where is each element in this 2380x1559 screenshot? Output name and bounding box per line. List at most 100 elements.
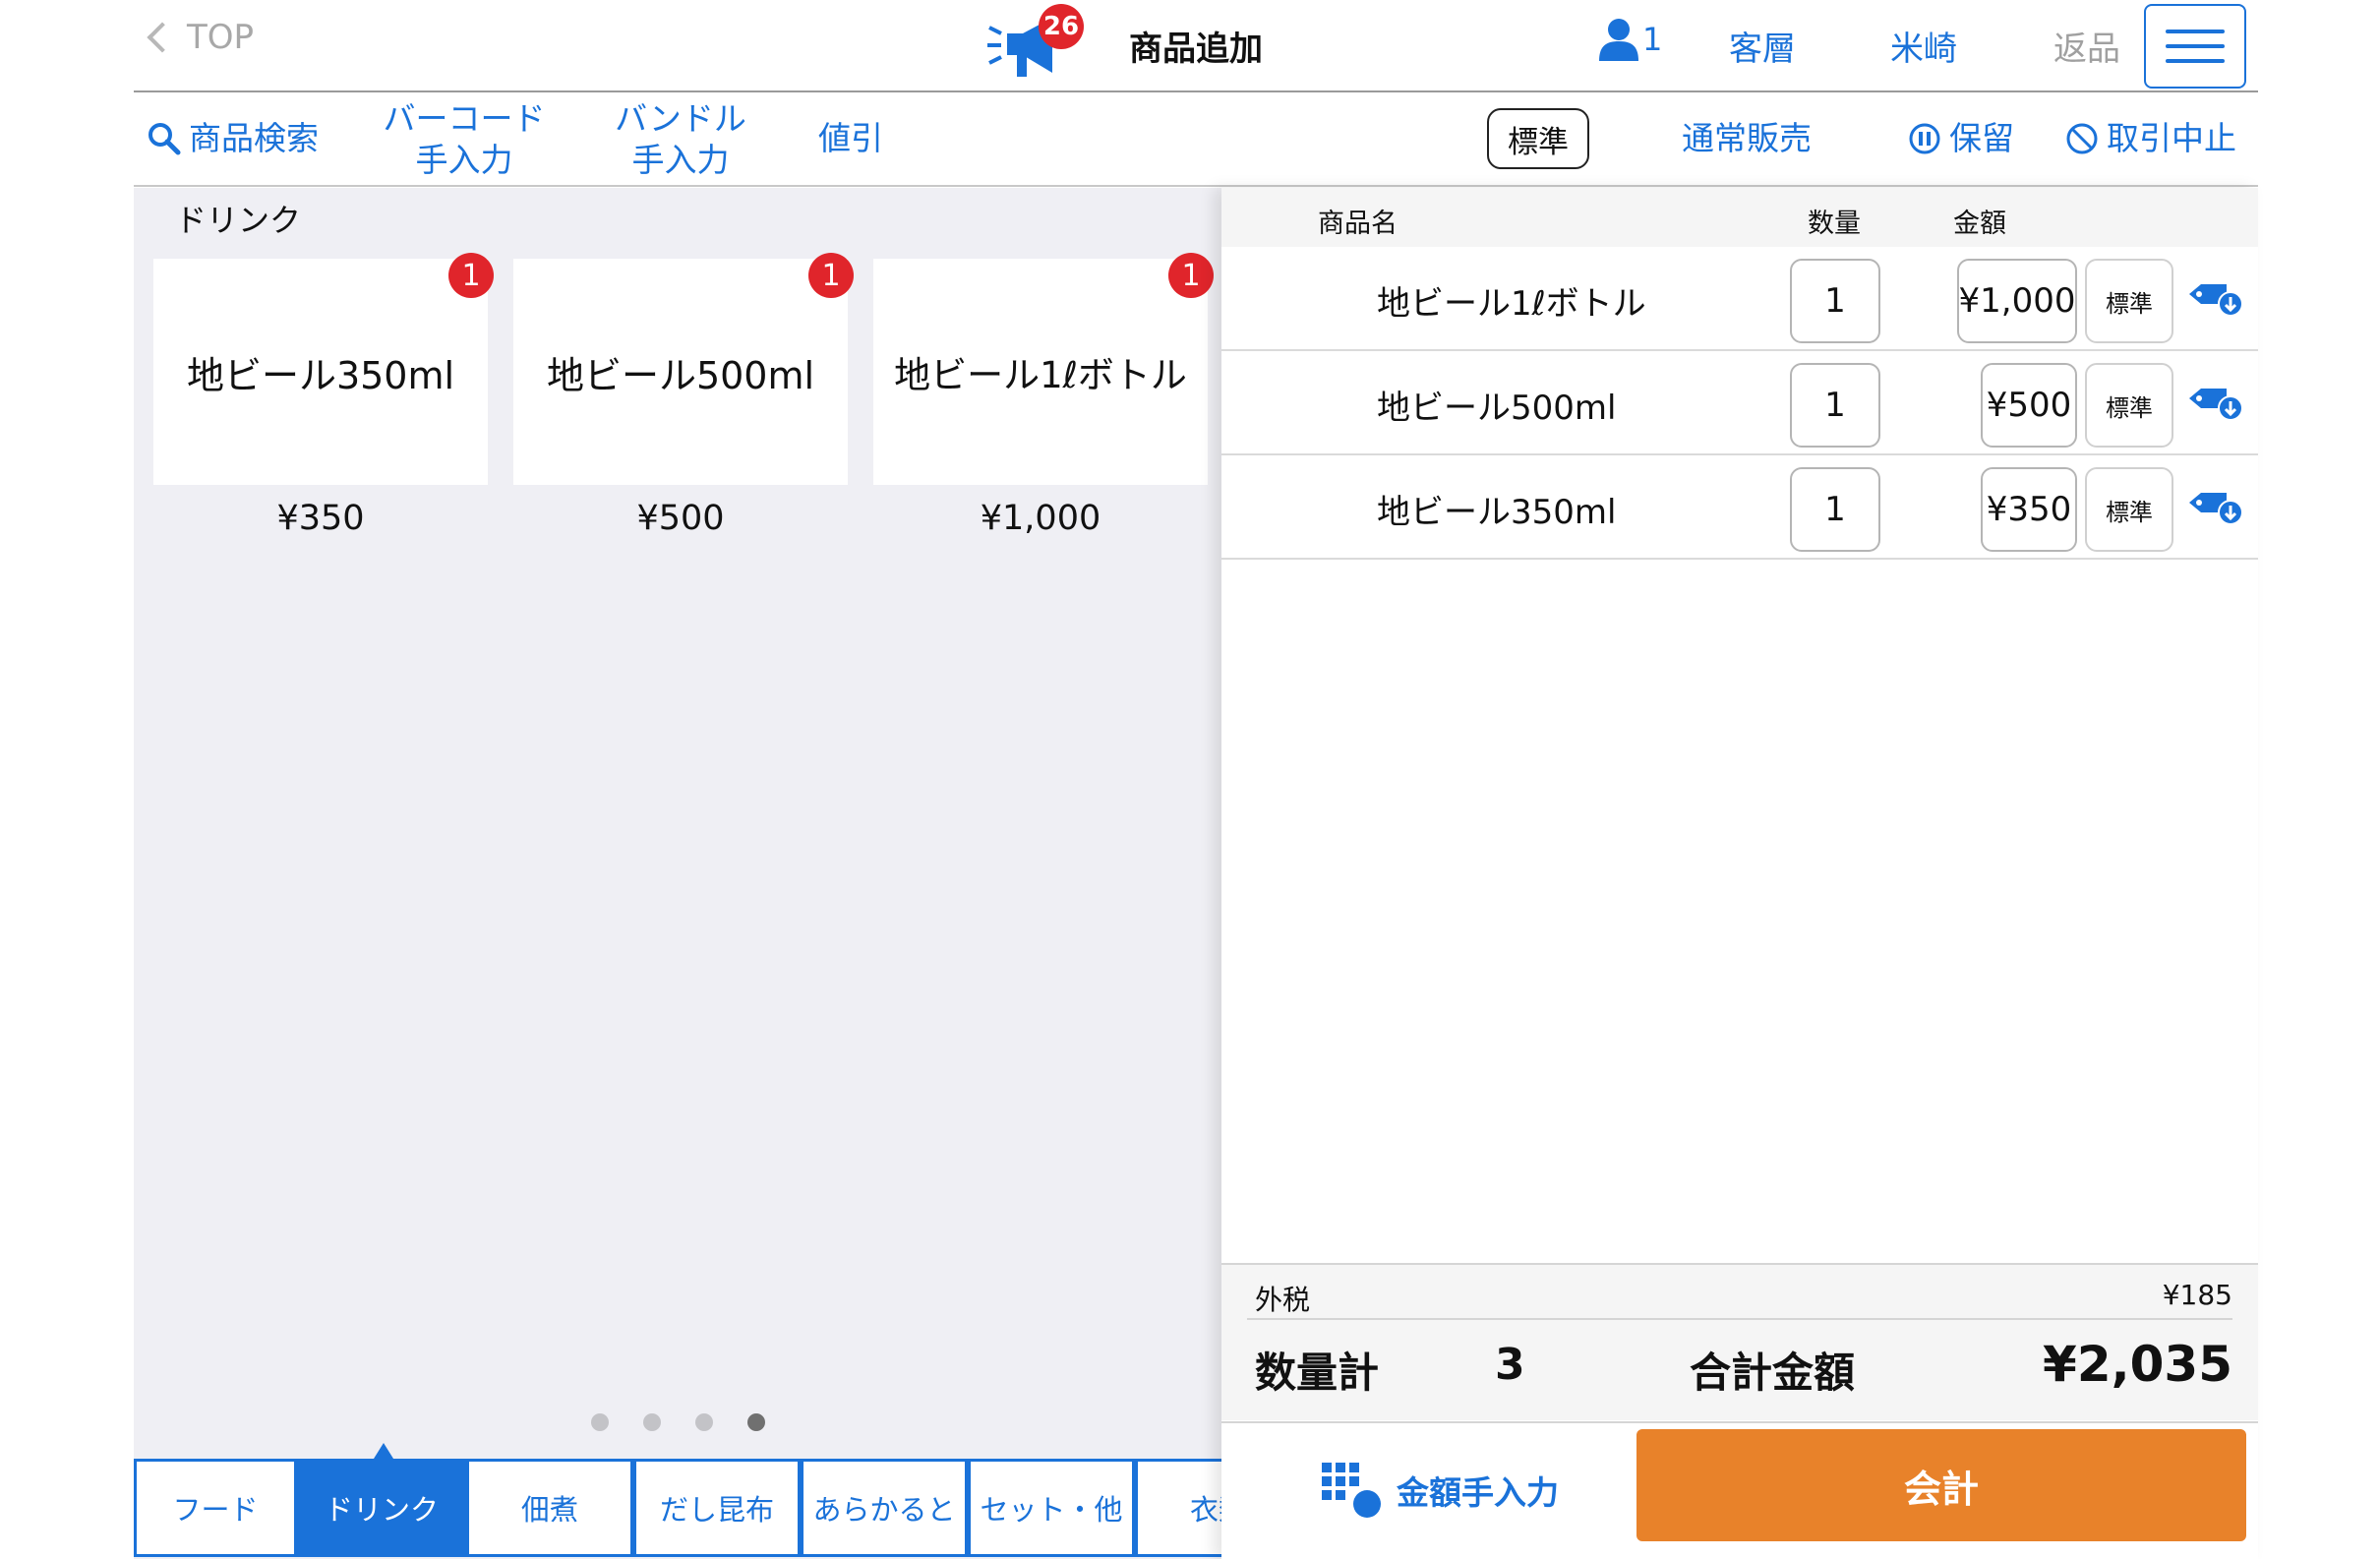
tax-value: ¥185 — [2162, 1279, 2232, 1311]
column-amount: 金額 — [1953, 209, 2006, 239]
page-dot[interactable] — [642, 1413, 661, 1431]
product-panel: ドリンク 地ビール350ml 1 ¥350 地ビール500ml 1 ¥500 地… — [134, 188, 1221, 1559]
pos-screen: TOP 26 商品追加 1 客層 米崎 返品 商品検索 バーコード 手入力 バン… — [134, 0, 2258, 1559]
tax-label: 外税 — [1255, 1284, 1311, 1316]
cancel-transaction-button[interactable]: 取引中止 — [2065, 118, 2236, 159]
product-price: ¥500 — [636, 499, 725, 538]
product-price: ¥1,000 — [980, 499, 1101, 538]
cart-amount-field[interactable]: ¥350 — [1981, 467, 2077, 552]
hamburger-menu-button[interactable] — [2144, 4, 2246, 89]
manual-amount-label: 金額手入力 — [1397, 1473, 1559, 1512]
bundle-label-line1: バンドル — [615, 99, 746, 138]
price-mode-button[interactable]: 標準 — [1487, 108, 1589, 169]
total-amount-value: ¥2,035 — [2043, 1336, 2232, 1393]
keypad-tap-icon — [1322, 1463, 1381, 1518]
cart-amount-field[interactable]: ¥500 — [1981, 363, 2077, 448]
prohibited-icon — [2066, 123, 2098, 154]
hold-label: 保留 — [1949, 119, 2014, 157]
menu-icon-bar — [2166, 30, 2225, 33]
menu-icon-bar — [2166, 44, 2225, 48]
back-button[interactable]: TOP — [144, 18, 254, 57]
product-count-badge: 1 — [1168, 253, 1214, 298]
tab-set-other[interactable]: セット・他 — [968, 1459, 1135, 1557]
product-card[interactable]: 地ビール1ℓボトル 1 — [873, 253, 1214, 485]
toolbar: 商品検索 バーコード 手入力 バンドル 手入力 値引 標準 通常販売 保留 取引… — [134, 94, 2258, 187]
cart-qty-field[interactable]: 1 — [1790, 467, 1880, 552]
person-icon — [1599, 19, 1638, 61]
barcode-entry-button[interactable]: バーコード 手入力 — [376, 98, 553, 181]
tab-a-la-carte[interactable]: あらかると — [801, 1459, 968, 1557]
category-tabs: フード ドリンク 佃煮 だし昆布 あらかると セット・他 衣類 — [134, 1443, 1221, 1559]
product-card[interactable]: 地ビール500ml 1 — [513, 253, 854, 485]
page-indicator[interactable] — [134, 1413, 1221, 1431]
cart-qty-field[interactable]: 1 — [1790, 259, 1880, 343]
product-price: ¥350 — [276, 499, 365, 538]
bundle-label-line2: 手入力 — [631, 141, 730, 179]
column-qty: 数量 — [1808, 209, 1861, 239]
product-count-badge: 1 — [808, 253, 854, 298]
product-search-label: 商品検索 — [189, 119, 319, 157]
tab-food[interactable]: フード — [134, 1459, 297, 1557]
cart-row[interactable]: 地ビール500ml 1 ¥500 標準 — [1221, 351, 2258, 455]
staff-name-button[interactable]: 米崎 — [1890, 22, 1957, 70]
totals-summary: 外税 ¥185 数量計 3 合計金額 ¥2,035 — [1221, 1263, 2258, 1420]
page-dot-active[interactable] — [746, 1413, 765, 1431]
column-name: 商品名 — [1318, 209, 1398, 239]
cart-item-name: 地ビール350ml — [1377, 493, 1617, 532]
cart-price-mode-button[interactable]: 標準 — [2085, 363, 2173, 448]
discount-tag-icon[interactable] — [2187, 383, 2246, 422]
summary-divider — [1247, 1318, 2232, 1320]
chevron-left-icon — [147, 22, 178, 53]
cart-row[interactable]: 地ビール1ℓボトル 1 ¥1,000 標準 — [1221, 247, 2258, 351]
cart-panel: 商品名 数量 金額 地ビール1ℓボトル 1 ¥1,000 標準 地ビール500m… — [1221, 188, 2258, 1559]
product-name: 地ビール500ml — [546, 353, 815, 397]
bundle-entry-button[interactable]: バンドル 手入力 — [602, 98, 759, 181]
checkout-button[interactable]: 会計 — [1636, 1429, 2246, 1541]
product-search-button[interactable]: 商品検索 — [148, 118, 319, 159]
cart-price-mode-button[interactable]: 標準 — [2085, 467, 2173, 552]
tab-tsukudani[interactable]: 佃煮 — [466, 1459, 633, 1557]
total-amount-label: 合計金額 — [1690, 1349, 1856, 1397]
discount-tag-icon[interactable] — [2187, 278, 2246, 318]
cart-item-name: 地ビール500ml — [1377, 389, 1617, 428]
barcode-label-line1: バーコード — [383, 99, 546, 138]
menu-icon-bar — [2166, 59, 2225, 63]
page-title: 商品追加 — [1129, 30, 1263, 69]
product-tile[interactable]: 地ビール500ml 1 ¥500 — [513, 253, 854, 538]
return-button[interactable]: 返品 — [2053, 22, 2120, 70]
cart-qty-field[interactable]: 1 — [1790, 363, 1880, 448]
discount-button[interactable]: 値引 — [818, 118, 883, 159]
manual-amount-button[interactable]: 金額手入力 — [1320, 1461, 1559, 1520]
hold-button[interactable]: 保留 — [1908, 118, 2014, 159]
staff-count: 1 — [1642, 21, 1663, 58]
active-tab-pointer — [374, 1443, 393, 1459]
cart-row[interactable]: 地ビール350ml 1 ¥350 標準 — [1221, 455, 2258, 560]
notification-badge: 26 — [1039, 4, 1084, 49]
customer-segment-button[interactable]: 客層 — [1729, 22, 1796, 70]
cancel-label: 取引中止 — [2107, 119, 2236, 157]
sale-type-button[interactable]: 通常販売 — [1682, 118, 1812, 159]
product-name: 地ビール1ℓボトル — [894, 354, 1187, 396]
category-title: ドリンク — [175, 202, 302, 239]
product-card[interactable]: 地ビール350ml 1 — [153, 253, 494, 485]
tab-drink[interactable]: ドリンク — [297, 1459, 466, 1557]
tab-clothing[interactable]: 衣類 — [1135, 1459, 1221, 1557]
page-dot[interactable] — [694, 1413, 713, 1431]
notification-button[interactable]: 26 — [987, 4, 1084, 89]
product-tile[interactable]: 地ビール350ml 1 ¥350 — [153, 253, 494, 538]
header-bar: TOP 26 商品追加 1 客層 米崎 返品 — [134, 0, 2258, 92]
pause-icon — [1909, 123, 1940, 154]
cart-item-name: 地ビール1ℓボトル — [1377, 284, 1646, 324]
product-tile[interactable]: 地ビール1ℓボトル 1 ¥1,000 — [873, 253, 1214, 538]
product-count-badge: 1 — [448, 253, 494, 298]
tab-dashi-konbu[interactable]: だし昆布 — [633, 1459, 801, 1557]
product-name: 地ビール350ml — [186, 353, 455, 397]
discount-tag-icon[interactable] — [2187, 487, 2246, 526]
action-bar: 金額手入力 会計 — [1221, 1421, 2258, 1559]
cart-price-mode-button[interactable]: 標準 — [2085, 259, 2173, 343]
cart-header: 商品名 数量 金額 — [1221, 188, 2258, 247]
cart-amount-field[interactable]: ¥1,000 — [1957, 259, 2077, 343]
page-dot[interactable] — [590, 1413, 609, 1431]
back-label: TOP — [187, 18, 255, 57]
staff-count-button[interactable]: 1 — [1599, 18, 1662, 61]
